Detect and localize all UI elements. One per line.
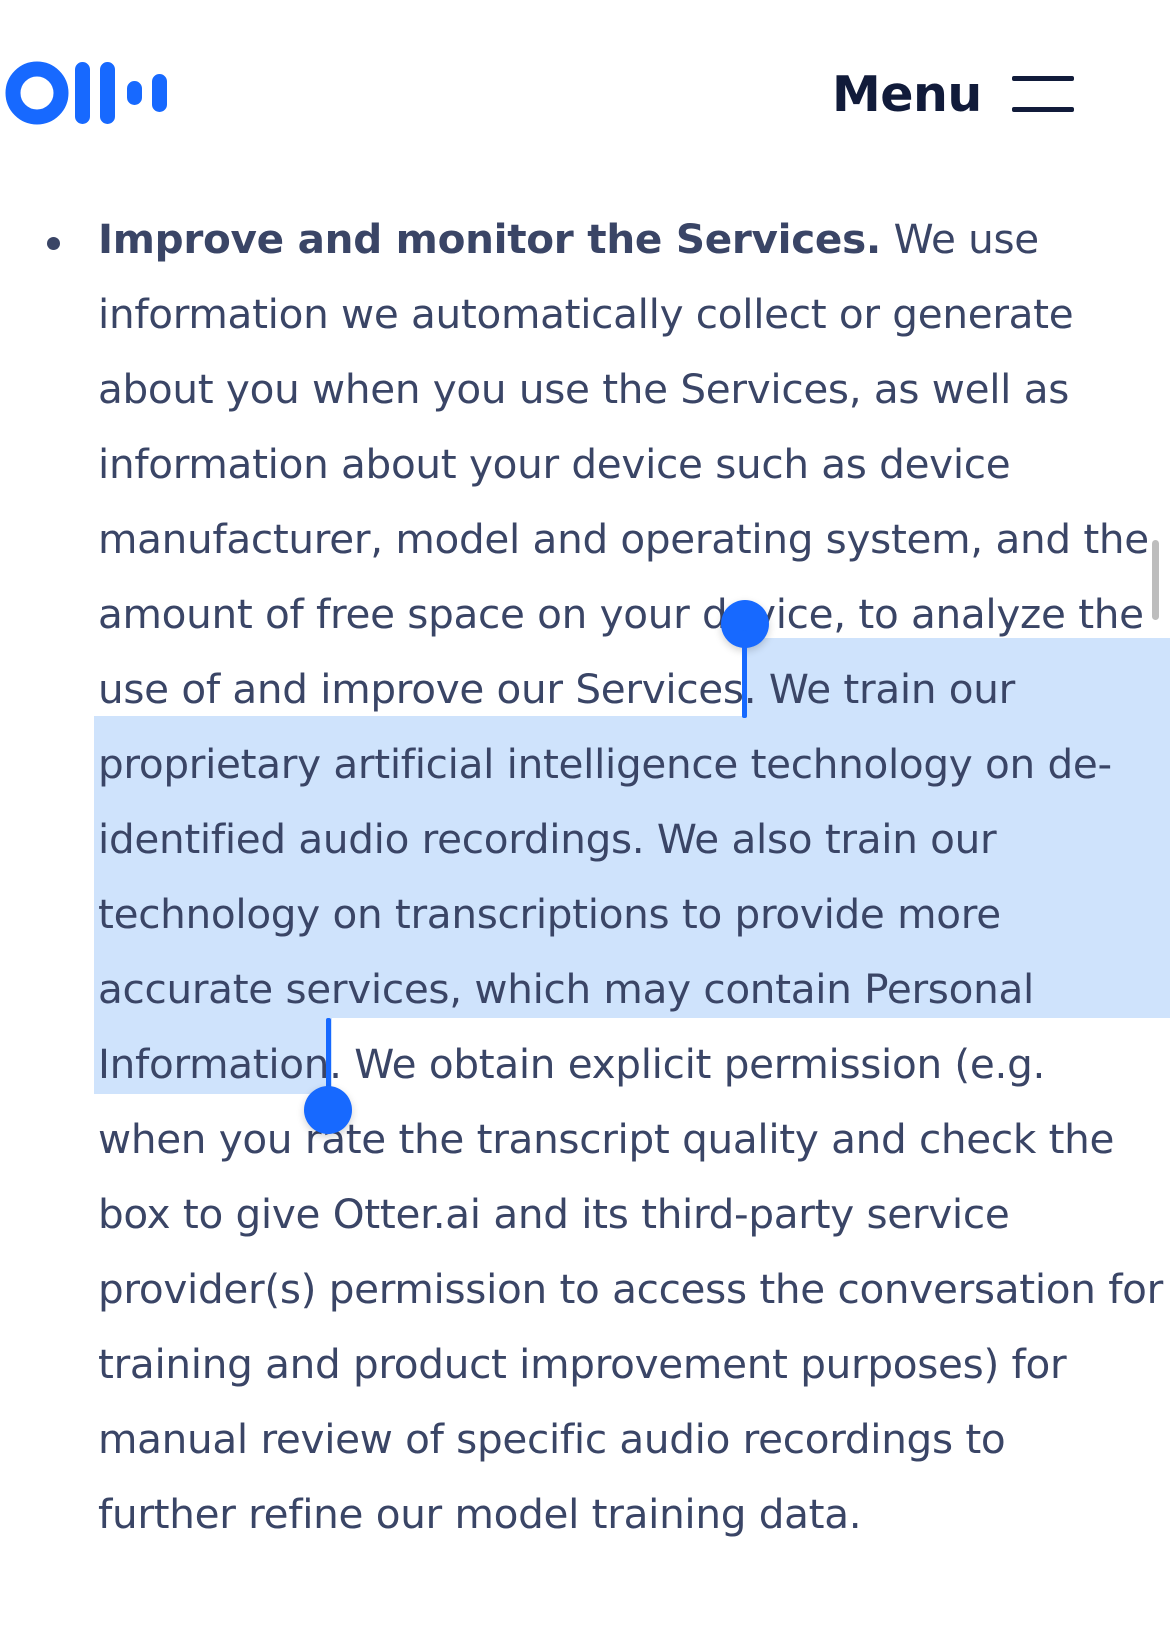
selected-text[interactable]: accurate services, which may contain Per… <box>98 950 1034 1028</box>
text-line: Information. We obtain explicit permissi… <box>98 1025 1045 1103</box>
text-line: information we automatically collect or … <box>98 290 1074 338</box>
hamburger-menu-icon[interactable] <box>1012 74 1074 114</box>
selected-text[interactable]: We train our <box>769 665 1015 713</box>
line-text: We use <box>881 215 1040 263</box>
line-text: . We obtain explicit permission (e.g. <box>329 1040 1046 1088</box>
text-line: further refine our model training data. <box>98 1490 862 1538</box>
text-line: use of and improve our Services. We trai… <box>98 650 1015 728</box>
text-line: box to give Otter.ai and its third-party… <box>98 1190 1010 1238</box>
bullet-heading: Improve and monitor the Services. <box>98 215 881 263</box>
text-line: provider(s) permission to access the con… <box>98 1265 1163 1313</box>
selected-text[interactable]: proprietary artificial intelligence tech… <box>98 725 1112 803</box>
otter-logo-icon[interactable] <box>4 60 174 126</box>
text-line: manual review of specific audio recordin… <box>98 1415 1006 1463</box>
selected-text[interactable]: Information <box>98 1040 329 1088</box>
selected-text[interactable]: identified audio recordings. We also tra… <box>98 800 997 878</box>
selected-text[interactable]: technology on transcriptions to provide … <box>98 875 1001 953</box>
selection-end-handle[interactable] <box>304 1086 352 1134</box>
text-line: Improve and monitor the Services. We use <box>98 200 1039 278</box>
selection-start-caret[interactable] <box>742 630 747 718</box>
text-line: about you when you use the Services, as … <box>98 365 1070 413</box>
line-text: use of and improve our Services. <box>98 665 769 713</box>
text-line: when you rate the transcript quality and… <box>98 1115 1115 1163</box>
scrollbar[interactable] <box>1152 540 1159 620</box>
text-line: amount of free space on your device, to … <box>98 590 1144 638</box>
text-line: manufacturer, model and operating system… <box>98 515 1149 563</box>
menu-label[interactable]: Menu <box>832 62 982 128</box>
site-header: Menu <box>0 0 1170 190</box>
bullet-point <box>47 237 60 250</box>
text-line: training and product improvement purpose… <box>98 1340 1067 1388</box>
text-line: information about your device such as de… <box>98 440 1011 488</box>
